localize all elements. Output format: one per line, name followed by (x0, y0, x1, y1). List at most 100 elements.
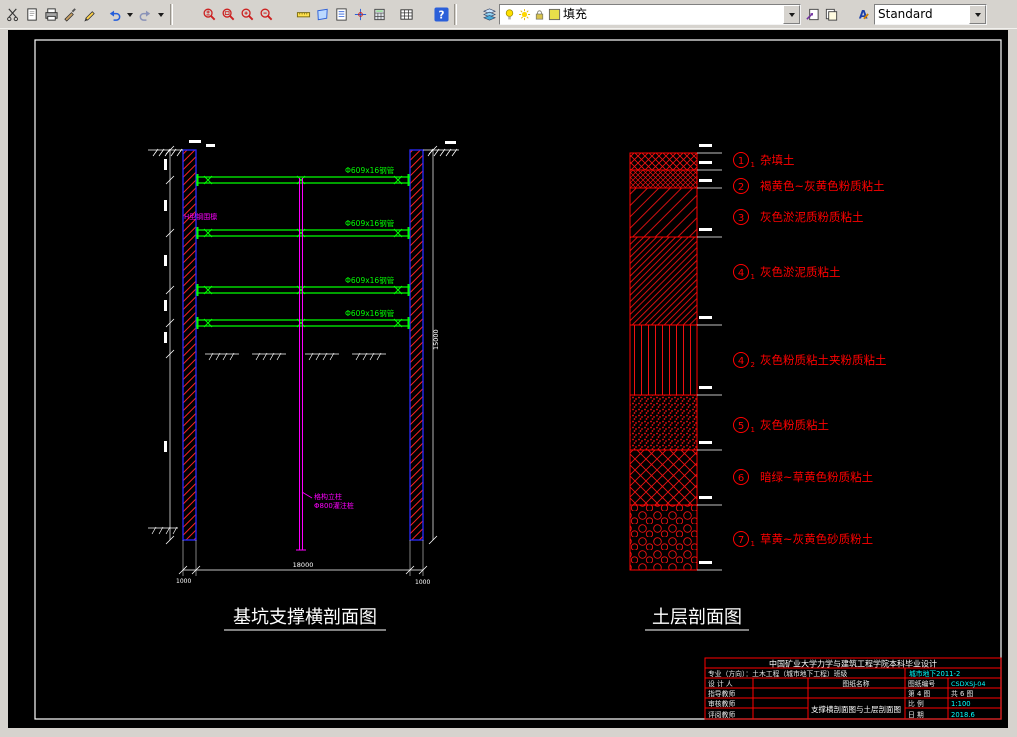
strut-label: Φ609x16钢管 (345, 275, 395, 285)
drawing-area[interactable]: Φ609x16钢管 Φ609x16钢管 Φ609x16钢管 Φ609x16钢管 … (8, 30, 1008, 728)
layer-subscript: 2 (751, 361, 755, 369)
soil-layer-callout-8: 7 1 草黄~灰黄色砂质粉土 (733, 531, 873, 548)
dim-right: 15000 (432, 329, 440, 350)
layer-label: 杂填土 (760, 153, 795, 167)
list-button[interactable] (332, 3, 351, 25)
redo-dropdown-button[interactable] (155, 3, 167, 25)
layer-states-button[interactable] (822, 3, 841, 25)
help-glyph: ? (439, 9, 445, 21)
layer-subscript: 1 (751, 426, 755, 434)
pencil-icon (84, 10, 95, 22)
cad-drawing[interactable]: Φ609x16钢管 Φ609x16钢管 Φ609x16钢管 Φ609x16钢管 … (8, 30, 1008, 728)
title-block: 中国矿业大学力学与建筑工程学院本科毕业设计 专业（方向）：土木工程（城市地下工程… (704, 657, 1002, 720)
zoom-in-button[interactable] (238, 3, 257, 25)
pile-label-line1: 格构立柱 (314, 492, 342, 501)
major-value: 城市地下2011-2 (909, 669, 960, 678)
soil-layer-callout-5: 4 2 灰色粉质粘土夹粉质粘土 (733, 352, 887, 369)
layer-number: 6 (738, 473, 744, 484)
layer-previous-button[interactable] (803, 3, 822, 25)
zoom-out-button[interactable] (257, 3, 276, 25)
lock-icon (535, 9, 544, 20)
zoom-window-button[interactable] (219, 3, 238, 25)
scale-value: 1:100 (951, 700, 971, 708)
table-button[interactable] (397, 3, 416, 25)
layer-label: 褐黄色~灰黄色粉质粘土 (760, 179, 885, 193)
new-button[interactable] (23, 3, 42, 25)
print-icon (45, 7, 58, 21)
dim-bottom-left: 1000 (176, 578, 191, 585)
measure-button[interactable] (294, 3, 313, 25)
point-icon (354, 8, 367, 20)
major-label: 专业（方向）：土木工程（城市地下工程）班级 (708, 669, 848, 678)
soil-layer-callout-6: 5 1 灰色粉质粘土 (733, 417, 829, 434)
undo-dropdown-button[interactable] (124, 3, 136, 25)
layer-states-icon (825, 8, 838, 21)
layers-button[interactable] (480, 3, 499, 25)
zoom-window-icon (222, 8, 235, 20)
date-value: 2018.6 (951, 711, 975, 719)
layer-leader-lines (697, 152, 722, 571)
layer-subscript: 1 (751, 540, 755, 548)
zoom-in-icon (241, 8, 254, 20)
layer-color-swatch (548, 8, 561, 20)
zoom-realtime-button[interactable] (200, 3, 219, 25)
dim-bottom-center: 18000 (293, 561, 314, 569)
zoom-realtime-icon (203, 8, 216, 20)
scale-label: 比 例 (908, 699, 924, 708)
date-label: 日 期 (908, 711, 924, 719)
cut-button[interactable] (4, 3, 23, 25)
school-line: 中国矿业大学力学与建筑工程学院本科毕业设计 (769, 659, 937, 669)
bottom-dimension: 1000 18000 1000 (176, 540, 430, 586)
toolbar-separator (170, 3, 173, 25)
pencil-button[interactable] (80, 3, 99, 25)
text-style-button[interactable]: A (853, 3, 872, 25)
style-combo-dropdown[interactable] (969, 4, 986, 24)
point-button[interactable] (351, 3, 370, 25)
soil-profile-drawing: 1 1 杂填土 2 褐黄色~灰黄色粉质粘土 3 灰色淤泥质粉质粘土 4 1 灰色… (629, 144, 887, 631)
layer-number: 2 (738, 182, 744, 193)
layer-combo-dropdown[interactable] (783, 4, 800, 24)
checker-label: 审核教师 (708, 699, 735, 708)
layer-combo-value: 填充 (563, 7, 588, 21)
redo-button[interactable] (136, 3, 155, 25)
layer-number: 4 (738, 356, 744, 367)
layer-subscript: 1 (751, 161, 755, 169)
layer-combo[interactable]: 填充 (499, 3, 801, 25)
sun-icon (519, 8, 531, 20)
right-dimension: 15000 (428, 145, 440, 545)
layer-label: 草黄~灰黄色砂质粉土 (760, 532, 873, 546)
layer-label: 暗绿~草黄色粉质粘土 (760, 470, 873, 484)
help-button[interactable]: ? (432, 3, 451, 25)
waler-label: H型钢围檩 (184, 212, 217, 221)
layer-number: 5 (738, 421, 744, 432)
sheet-index: 第 4 图 (908, 689, 930, 698)
strut-label: Φ609x16钢管 (345, 218, 395, 228)
calc-icon (374, 8, 385, 20)
area-button[interactable] (313, 3, 332, 25)
soil-title: 土层剖面图 (652, 607, 742, 628)
sheet-no-label: 图纸编号 (908, 679, 935, 688)
measure-icon (296, 11, 311, 17)
area-icon (317, 8, 328, 20)
style-combo[interactable]: Standard (874, 3, 987, 25)
undo-icon (109, 10, 121, 21)
dropdown-arrow-icon (974, 12, 981, 20)
soil-layer-callout-1: 1 1 杂填土 (733, 152, 795, 169)
print-button[interactable] (42, 3, 61, 25)
style-combo-value: Standard (878, 7, 933, 21)
list-icon (336, 7, 347, 21)
calc-button[interactable] (370, 3, 389, 25)
new-icon (27, 7, 37, 21)
layer-number: 7 (738, 535, 744, 546)
soil-column (629, 152, 698, 571)
layer-label: 灰色粉质粘土夹粉质粘土 (760, 353, 887, 367)
layer-label: 灰色淤泥质粘土 (760, 265, 841, 279)
soil-layer-callout-7: 6 暗绿~草黄色粉质粘土 (733, 469, 873, 485)
pile-label-line2: Φ800灌注桩 (314, 501, 354, 510)
cut-icon (7, 8, 18, 21)
matchprop-button[interactable] (61, 3, 80, 25)
elevation-text-marks (699, 144, 712, 564)
reviewer-label: 评阅教师 (708, 710, 735, 719)
undo-button[interactable] (105, 3, 124, 25)
name-label: 图纸名称 (842, 679, 869, 688)
